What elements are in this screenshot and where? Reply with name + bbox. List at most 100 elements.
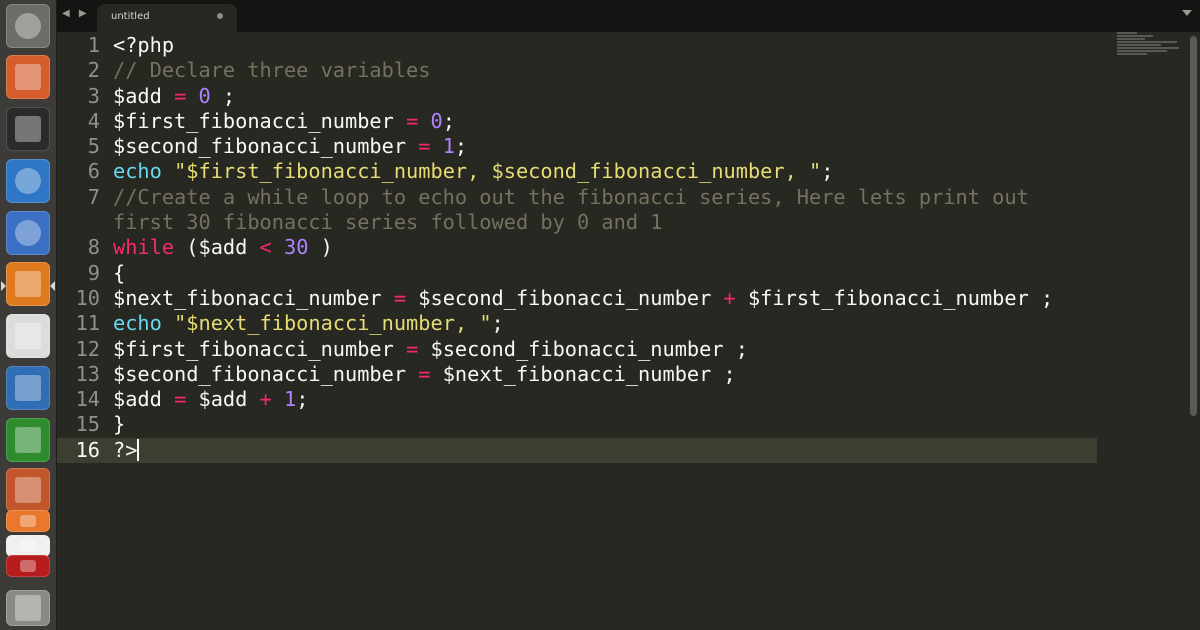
- launcher-impress[interactable]: [6, 468, 50, 512]
- terminal-icon: [15, 116, 41, 142]
- launcher-files[interactable]: [6, 55, 50, 99]
- impress-presentation-icon: [15, 477, 41, 503]
- launcher-firefox[interactable]: [6, 211, 50, 255]
- line-number: 1: [87, 33, 100, 57]
- code-token: $add: [113, 83, 175, 108]
- code-line[interactable]: $add = 0 ;: [113, 84, 1097, 109]
- code-token: 0: [198, 83, 211, 108]
- code-token: ;: [454, 134, 468, 159]
- line-number: 11: [75, 311, 100, 336]
- code-line[interactable]: }: [113, 412, 1097, 437]
- notepad-icon: [15, 323, 41, 349]
- tab-nav-arrows: ◀ ▶: [62, 8, 90, 19]
- code-token: ;: [442, 108, 455, 133]
- code-token: while: [113, 235, 175, 260]
- code-token: $next_fibonacci_number: [113, 285, 394, 310]
- code-token: $second_fibonacci_number: [406, 285, 724, 310]
- running-app-pip-icon: [1, 281, 6, 291]
- code-editor[interactable]: 1 2 3 4 5 6 7 8 9 10 11 12 13 14 15 16 <?php// Declare …: [57, 32, 1187, 630]
- minimap[interactable]: [1117, 32, 1187, 60]
- code-line[interactable]: // Declare three variables: [113, 58, 1097, 83]
- code-token: +: [723, 285, 736, 310]
- code-token: $next_fibonacci_number ;: [430, 361, 736, 386]
- code-token: $second_fibonacci_number: [113, 134, 419, 159]
- tab-list-dropdown-icon[interactable]: [1182, 10, 1192, 16]
- code-token: =: [174, 387, 187, 412]
- code-token: $second_fibonacci_number ;: [418, 336, 748, 361]
- line-number: 8: [87, 235, 100, 260]
- launcher-amazon[interactable]: [6, 535, 50, 557]
- code-line[interactable]: ?>: [105, 437, 1097, 464]
- code-token: }: [113, 412, 126, 437]
- code-line[interactable]: echo "$first_fibonacci_number, $second_f…: [113, 159, 1097, 184]
- launcher-filezilla[interactable]: [6, 555, 50, 577]
- code-token: {: [113, 260, 126, 285]
- line-number: 6: [87, 159, 100, 184]
- code-token: 0: [430, 108, 443, 133]
- code-line[interactable]: $next_fibonacci_number = $second_fibonac…: [113, 286, 1097, 311]
- line-number: 3: [87, 83, 100, 108]
- firefox-icon: [15, 220, 41, 246]
- launcher-writer[interactable]: [6, 366, 50, 410]
- file-cabinet-icon: [15, 64, 41, 90]
- launcher-text-editor[interactable]: [6, 314, 50, 358]
- code-token: =: [406, 108, 419, 133]
- launcher-chrome[interactable]: [6, 159, 50, 203]
- code-token: $add: [186, 387, 260, 412]
- launcher-terminal[interactable]: [6, 107, 50, 151]
- code-token: 30: [283, 235, 309, 260]
- line-number: 9: [87, 260, 100, 285]
- tab-untitled[interactable]: untitled: [97, 4, 237, 32]
- code-line[interactable]: {: [113, 261, 1097, 286]
- filezilla-icon: [20, 560, 36, 572]
- next-tab-icon[interactable]: ▶: [79, 8, 90, 19]
- code-token: +: [259, 387, 272, 412]
- ubuntu-logo-icon: [15, 13, 41, 39]
- code-token: 1: [283, 387, 297, 412]
- tab-bar: ◀ ▶ untitled: [57, 0, 1200, 32]
- code-token: =: [418, 361, 431, 386]
- scrollbar-thumb[interactable]: [1190, 36, 1197, 416]
- code-line[interactable]: echo "$next_fibonacci_number, ";: [113, 311, 1097, 336]
- code-line[interactable]: $second_fibonacci_number = 1;: [113, 134, 1097, 159]
- code-line[interactable]: $second_fibonacci_number = $next_fibonac…: [113, 362, 1097, 387]
- launcher-dash-home[interactable]: [6, 4, 50, 48]
- launcher-workspaces[interactable]: [6, 590, 50, 626]
- line-number: 16: [57, 437, 105, 464]
- code-line[interactable]: $first_fibonacci_number = $second_fibona…: [113, 337, 1097, 362]
- code-line[interactable]: while ($add < 30 ): [113, 235, 1097, 260]
- code-token: "$next_fibonacci_number, ": [174, 311, 492, 336]
- code-line[interactable]: //Create a while loop to echo out the fi…: [113, 185, 1097, 210]
- code-token: ): [308, 235, 333, 260]
- code-token: echo: [113, 311, 162, 336]
- code-token: =: [406, 336, 419, 361]
- code-token: ;: [491, 311, 504, 336]
- amazon-icon: [20, 540, 36, 552]
- chrome-icon: [15, 168, 41, 194]
- vertical-scrollbar[interactable]: [1188, 32, 1200, 630]
- unsaved-dot-close-icon[interactable]: [217, 13, 223, 19]
- code-token: =: [418, 134, 431, 159]
- tab-title: untitled: [111, 11, 150, 22]
- code-token: $first_fibonacci_number ;: [735, 285, 1054, 310]
- unity-launcher: [0, 0, 57, 630]
- code-token: $add: [113, 387, 175, 412]
- previous-tab-icon[interactable]: ◀: [62, 8, 73, 19]
- code-line[interactable]: <?php: [113, 33, 1097, 58]
- code-area[interactable]: <?php// Declare three variables $add = 0 …: [105, 33, 1097, 464]
- code-token: =: [393, 285, 407, 310]
- launcher-calc[interactable]: [6, 418, 50, 462]
- workspace-switcher-icon: [15, 595, 41, 621]
- launcher-sublime-text[interactable]: [1, 262, 55, 306]
- calc-spreadsheet-icon: [15, 427, 41, 453]
- launcher-software-center[interactable]: [6, 510, 50, 532]
- code-line[interactable]: $first_fibonacci_number = 0;: [113, 109, 1097, 134]
- code-token: =: [174, 83, 187, 108]
- code-line[interactable]: $add = $add + 1;: [113, 387, 1097, 412]
- code-line[interactable]: first 30 fibonacci series followed by 0 …: [113, 210, 1097, 235]
